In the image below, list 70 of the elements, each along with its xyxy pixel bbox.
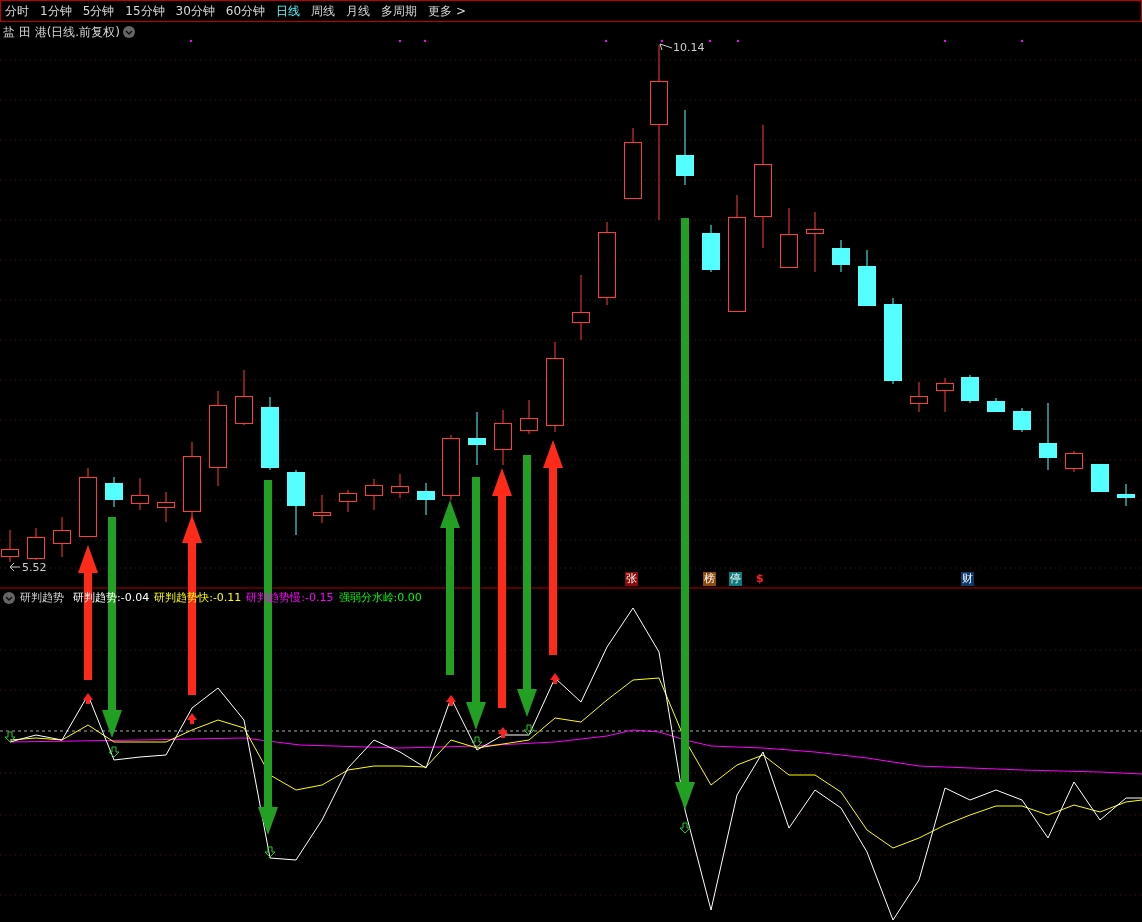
event-badge[interactable]: 榜: [703, 572, 716, 586]
candlestick: [313, 494, 331, 524]
candlestick: [27, 527, 45, 561]
price-label: 10.14: [673, 41, 705, 54]
candlestick: [494, 409, 512, 466]
candlestick: [417, 482, 435, 516]
down-arrow-icon: [523, 724, 535, 736]
candlestick: [858, 249, 876, 307]
candlestick: [910, 381, 928, 413]
period-tab[interactable]: 周线: [311, 2, 336, 20]
indicator-value: 强弱分水岭:0.00: [338, 590, 422, 605]
up-arrow-icon: [498, 727, 508, 738]
candlestick: [157, 491, 175, 523]
candlestick: [442, 434, 460, 501]
period-tab[interactable]: 60分钟: [225, 2, 266, 20]
indicator-name: 研判趋势: [20, 590, 64, 605]
candlestick: [1039, 402, 1057, 471]
candlestick: [468, 411, 486, 466]
down-arrow-icon: [108, 746, 120, 758]
period-tab[interactable]: 5分钟: [82, 2, 115, 20]
period-tab[interactable]: 30分钟: [175, 2, 215, 20]
price-label: 5.52: [22, 561, 47, 574]
down-arrow-icon: [264, 846, 276, 858]
down-arrow-icon: [471, 736, 483, 748]
candlestick: [624, 127, 642, 199]
leader-line: [659, 43, 673, 51]
up-arrow-icon: [187, 713, 197, 724]
candlestick: [832, 239, 850, 273]
candlestick: [936, 377, 954, 413]
event-mark[interactable]: $: [756, 572, 764, 586]
candlestick: [987, 397, 1005, 413]
candlestick: [131, 477, 149, 511]
dropdown-icon[interactable]: [3, 591, 15, 604]
candlestick: [1117, 483, 1135, 507]
leader-arrow-icon: [9, 562, 21, 572]
candlestick: [365, 478, 383, 511]
candlestick: [702, 224, 720, 273]
down-arrow-icon: [679, 822, 691, 834]
stock-title: 盐 田 港(日线.前复权): [3, 24, 120, 41]
candlestick: [1091, 463, 1109, 493]
event-badge[interactable]: 张: [625, 572, 638, 586]
candlestick: [1065, 450, 1083, 473]
candlestick: [391, 473, 409, 499]
up-arrow-icon: [446, 695, 456, 706]
period-tab[interactable]: 分时: [5, 2, 29, 20]
candlestick: [287, 469, 305, 536]
candlestick: [235, 369, 253, 426]
up-arrow-icon: [83, 693, 93, 704]
candlestick: [520, 399, 538, 435]
candlestick: [1013, 407, 1031, 433]
candlestick: [339, 489, 357, 513]
period-tab[interactable]: 多周期: [381, 2, 418, 20]
candlestick: [572, 274, 590, 341]
up-arrow-icon: [550, 673, 560, 684]
dropdown-icon[interactable]: [123, 26, 135, 38]
event-badge[interactable]: 停: [729, 572, 742, 586]
period-tab[interactable]: 15分钟: [125, 2, 165, 20]
event-badge[interactable]: 财: [961, 572, 974, 586]
period-tab[interactable]: 月线: [346, 2, 371, 20]
candlestick: [79, 467, 97, 538]
period-tab[interactable]: 1分钟: [40, 2, 72, 20]
period-tab[interactable]: 更多 >: [428, 2, 466, 20]
period-tab[interactable]: 日线: [276, 2, 301, 20]
down-arrow-icon: [4, 731, 16, 743]
candlestick: [1, 529, 19, 563]
candlestick: [105, 476, 123, 508]
candlestick: [961, 374, 979, 404]
candlestick: [806, 211, 824, 273]
candlestick: [780, 207, 798, 269]
candlestick: [53, 516, 71, 558]
